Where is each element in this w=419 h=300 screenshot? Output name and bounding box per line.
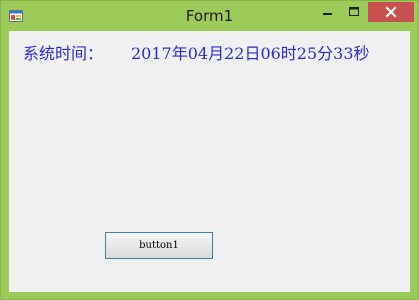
minimize-icon (323, 13, 332, 15)
form-client-area: 系统时间： 2017年04月22日06时25分33秒 button1 (9, 31, 410, 292)
system-time-label: 系统时间： (23, 44, 104, 63)
form1-window: Form1 系统时间： 2017年04月22日06时25分33秒 button1 (0, 0, 419, 300)
title-bar[interactable]: Form1 (1, 1, 418, 31)
close-button[interactable] (368, 2, 414, 22)
maximize-button[interactable] (341, 2, 368, 22)
button1[interactable]: button1 (105, 232, 213, 259)
system-time-value: 2017年04月22日06时25分33秒 (131, 44, 370, 63)
close-icon (385, 6, 397, 18)
minimize-button[interactable] (314, 2, 341, 22)
maximize-icon (349, 7, 359, 16)
